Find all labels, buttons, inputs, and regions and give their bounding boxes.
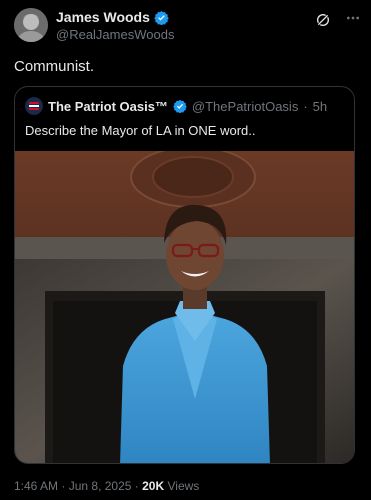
quoted-age[interactable]: 5h (313, 99, 327, 114)
post-date[interactable]: Jun 8, 2025 (69, 479, 132, 493)
verified-badge-icon (154, 10, 169, 25)
verified-badge-icon (173, 99, 187, 113)
author-name[interactable]: James Woods (56, 9, 150, 25)
post-time[interactable]: 1:46 AM (14, 479, 58, 493)
tweet-footer: 1:46 AM · Jun 8, 2025 · 20K Views (14, 479, 199, 493)
tweet-text: Communist. (14, 58, 95, 75)
quoted-header: The Patriot Oasis™ @ThePatriotOasis · 5h (25, 97, 327, 115)
author-avatar[interactable] (14, 8, 48, 42)
more-horizontal-icon[interactable] (345, 10, 361, 26)
meta-separator: · (134, 479, 139, 493)
views-count[interactable]: 20K (142, 479, 164, 493)
grok-icon[interactable] (315, 12, 331, 28)
quoted-text: Describe the Mayor of LA in ONE word.. (25, 123, 256, 138)
quoted-author-handle[interactable]: @ThePatriotOasis (192, 99, 298, 114)
meta-separator: · (303, 98, 308, 114)
quoted-photo[interactable] (15, 151, 355, 464)
quoted-avatar[interactable] (25, 97, 43, 115)
views-label: Views (167, 479, 200, 493)
author-handle[interactable]: @RealJamesWoods (56, 27, 174, 42)
meta-separator: · (61, 479, 66, 493)
quoted-tweet[interactable]: The Patriot Oasis™ @ThePatriotOasis · 5h… (14, 86, 355, 464)
tweet-header: James Woods @RealJamesWoods (14, 8, 361, 48)
quoted-author-name[interactable]: The Patriot Oasis™ (48, 99, 168, 114)
